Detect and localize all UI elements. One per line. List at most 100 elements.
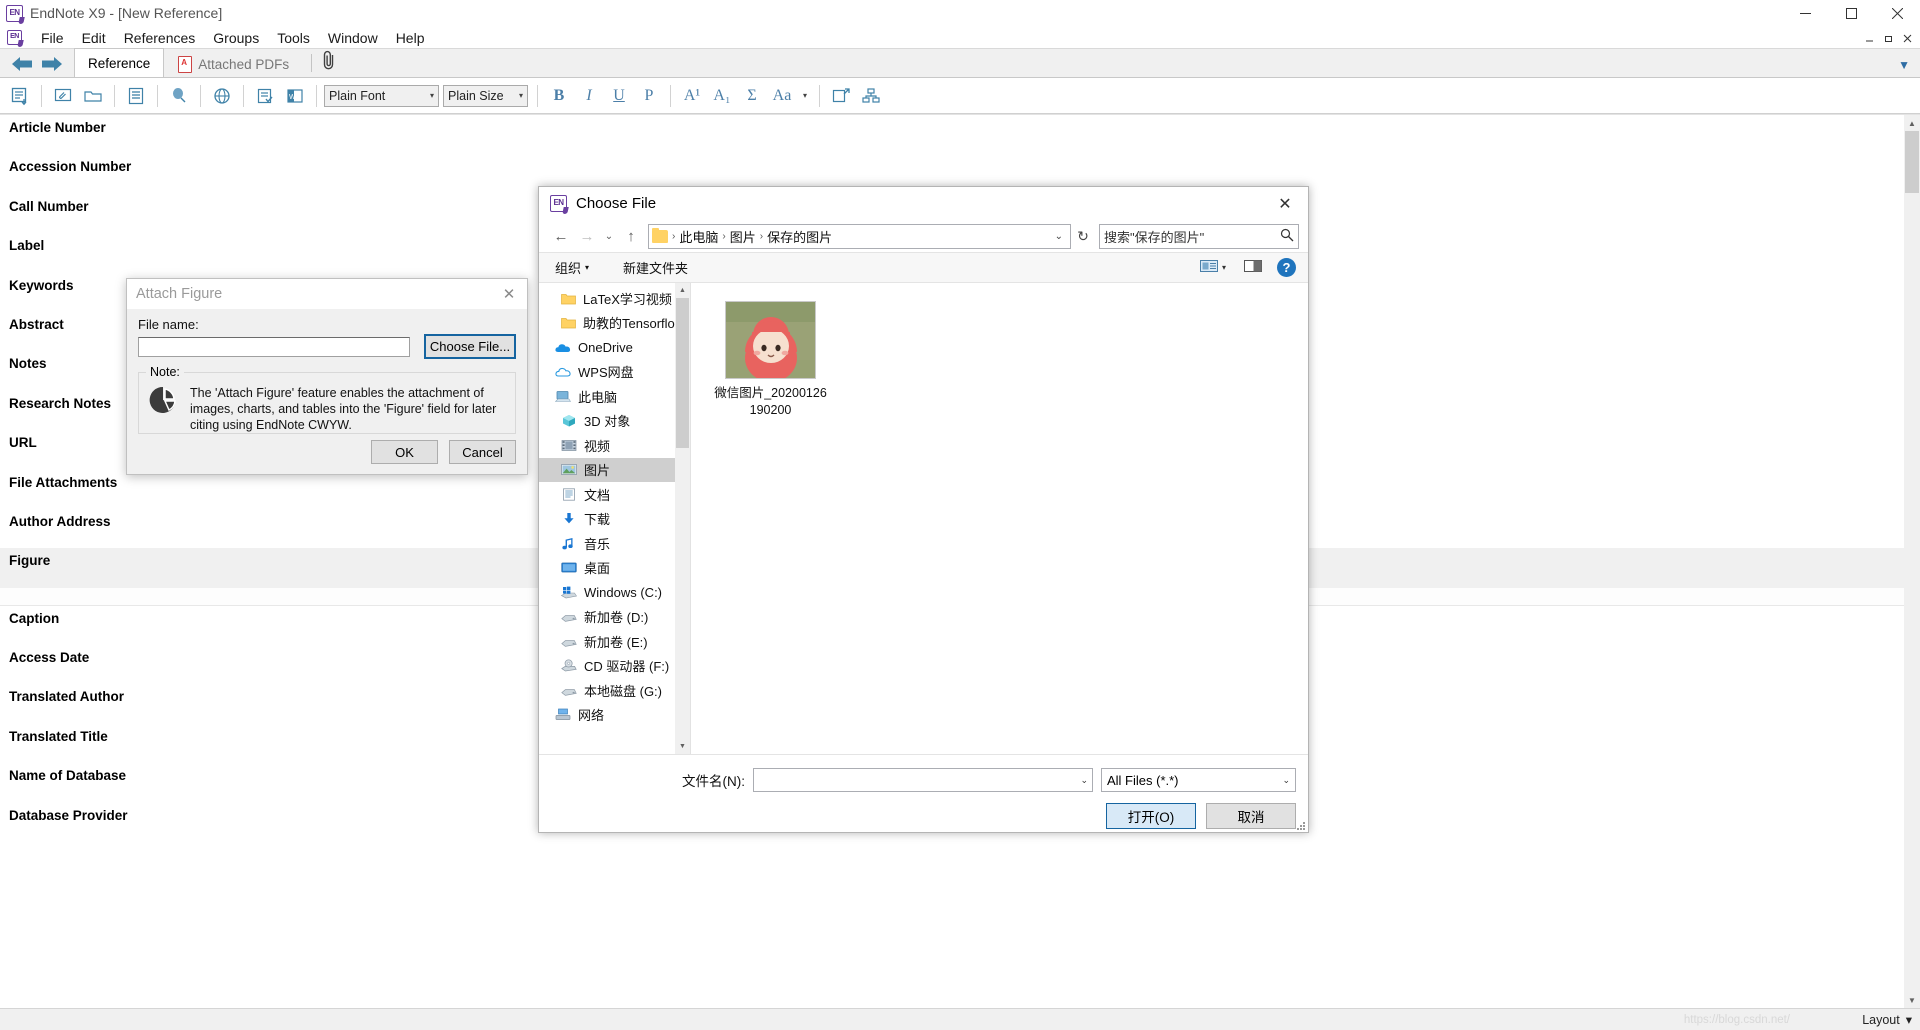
reference-vertical-scrollbar[interactable]: ▲ ▼ xyxy=(1904,115,1920,1008)
tree-item[interactable]: 视频 xyxy=(539,433,675,458)
filename-input[interactable]: ⌄ xyxy=(753,768,1093,792)
tree-item[interactable]: 下载 xyxy=(539,507,675,532)
breadcrumb-item-2[interactable]: 保存的图片 xyxy=(767,227,832,246)
menu-tools[interactable]: Tools xyxy=(268,30,319,46)
tree-scroll-down-icon[interactable]: ▼ xyxy=(675,739,690,754)
tab-attached-pdfs[interactable]: Attached PDFs xyxy=(164,51,303,77)
scroll-up-arrow-icon[interactable]: ▲ xyxy=(1904,115,1920,131)
new-folder-button[interactable]: 新建文件夹 xyxy=(619,255,692,280)
file-list-pane[interactable]: 微信图片_20200126190200 xyxy=(691,283,1308,754)
maximize-button[interactable] xyxy=(1828,0,1874,27)
close-button[interactable] xyxy=(1874,0,1920,27)
nav-forward-button[interactable]: → xyxy=(574,223,600,249)
underline-button[interactable]: U xyxy=(605,82,633,110)
chevron-down-icon[interactable]: ⌄ xyxy=(1080,775,1088,786)
tree-item[interactable]: OneDrive xyxy=(539,335,675,360)
change-case-caret-icon[interactable]: ▾ xyxy=(798,82,812,110)
change-view-button[interactable]: ▾ xyxy=(1196,257,1230,279)
breadcrumb-item-1[interactable]: 图片 xyxy=(730,227,756,246)
menu-help[interactable]: Help xyxy=(387,30,434,46)
tree-item[interactable]: 此电脑 xyxy=(539,384,675,409)
preview-pane-button[interactable] xyxy=(1240,257,1267,279)
paperclip-icon[interactable] xyxy=(320,50,337,77)
font-combo[interactable]: Plain Font ▾ xyxy=(324,84,439,107)
mdi-minimize-button[interactable] xyxy=(1861,30,1878,46)
file-item[interactable]: 微信图片_20200126190200 xyxy=(713,301,828,419)
layout-button[interactable]: Layout ▾ xyxy=(1862,1012,1920,1028)
attach-figure-toolbar-icon[interactable] xyxy=(827,82,855,110)
superscript-button[interactable]: A¹ xyxy=(678,82,706,110)
plain-button[interactable]: P xyxy=(635,82,663,110)
tree-item[interactable]: 助教的Tensorflo xyxy=(539,311,675,336)
cancel-button[interactable]: Cancel xyxy=(449,440,516,464)
symbol-button[interactable]: Σ xyxy=(738,82,766,110)
change-case-button[interactable]: Aa xyxy=(768,82,796,110)
back-arrow-icon[interactable] xyxy=(11,56,33,72)
menu-edit[interactable]: Edit xyxy=(73,30,115,46)
refresh-button[interactable]: ↻ xyxy=(1071,224,1095,249)
dialog-resize-grip[interactable] xyxy=(1294,819,1306,831)
bold-button[interactable]: B xyxy=(545,82,573,110)
tabstrip-collapse-icon[interactable]: ▼ xyxy=(1898,58,1910,72)
tree-item[interactable]: 3D 对象 xyxy=(539,409,675,434)
find-reference-updates-icon[interactable] xyxy=(165,82,193,110)
open-folder-icon[interactable] xyxy=(79,82,107,110)
menu-window[interactable]: Window xyxy=(319,30,387,46)
italic-button[interactable]: I xyxy=(575,82,603,110)
chevron-down-icon[interactable]: ⌄ xyxy=(1282,775,1290,786)
tree-item[interactable]: CD 驱动器 (F:) xyxy=(539,654,675,679)
tree-scroll-up-icon[interactable]: ▲ xyxy=(675,283,690,298)
search-icon[interactable] xyxy=(1280,228,1294,245)
choose-file-button[interactable]: Choose File... xyxy=(424,334,516,359)
filetype-select[interactable]: All Files (*.*) ⌄ xyxy=(1101,768,1296,792)
tree-item[interactable]: 新加卷 (D:) xyxy=(539,605,675,630)
minimize-button[interactable] xyxy=(1782,0,1828,27)
mdi-close-button[interactable] xyxy=(1899,30,1916,46)
menu-references[interactable]: References xyxy=(115,30,205,46)
scroll-down-arrow-icon[interactable]: ▼ xyxy=(1904,992,1920,1008)
file-name-input[interactable] xyxy=(138,337,410,357)
nav-recent-locations-button[interactable]: ⌄ xyxy=(600,223,618,249)
tree-item[interactable]: 新加卷 (E:) xyxy=(539,629,675,654)
tree-vertical-scrollbar[interactable]: ▲ ▼ xyxy=(675,283,690,754)
tree-item[interactable]: LaTeX学习视频 xyxy=(539,286,675,311)
save-reference-icon[interactable] xyxy=(6,82,34,110)
forward-arrow-icon[interactable] xyxy=(41,56,63,72)
mdi-restore-button[interactable] xyxy=(1880,30,1897,46)
tree-item[interactable]: 桌面 xyxy=(539,556,675,581)
nav-up-button[interactable]: ↑ xyxy=(618,223,644,249)
ok-button[interactable]: OK xyxy=(371,440,438,464)
tree-item[interactable]: WPS网盘 xyxy=(539,360,675,385)
reference-field-row[interactable]: Article Number xyxy=(0,115,1904,154)
scroll-thumb[interactable] xyxy=(1905,131,1919,193)
search-input[interactable]: 搜索"保存的图片" xyxy=(1099,223,1299,249)
tree-item[interactable]: 文档 xyxy=(539,482,675,507)
subscript-button[interactable]: A₁ xyxy=(708,82,736,110)
cancel-button[interactable]: 取消 xyxy=(1206,803,1296,829)
attach-figure-close-button[interactable]: ✕ xyxy=(491,279,527,309)
tree-item[interactable]: 音乐 xyxy=(539,531,675,556)
attach-file-icon[interactable] xyxy=(49,82,77,110)
reference-list-icon[interactable] xyxy=(122,82,150,110)
insert-table-icon[interactable] xyxy=(857,82,885,110)
insert-citation-icon[interactable] xyxy=(251,82,279,110)
nav-back-button[interactable]: ← xyxy=(548,223,574,249)
breadcrumb-item-0[interactable]: 此电脑 xyxy=(679,227,718,246)
tree-item[interactable]: Windows (C:) xyxy=(539,580,675,605)
tree-scroll-thumb[interactable] xyxy=(676,298,689,448)
menu-file[interactable]: File xyxy=(32,30,73,46)
size-combo[interactable]: Plain Size ▾ xyxy=(443,84,528,107)
open-url-icon[interactable] xyxy=(208,82,236,110)
choose-file-close-button[interactable]: ✕ xyxy=(1262,187,1308,220)
tree-item[interactable]: 网络 xyxy=(539,703,675,728)
breadcrumb-bar[interactable]: › 此电脑 › 图片 › 保存的图片 ⌄ xyxy=(648,223,1071,249)
open-in-word-icon[interactable]: W xyxy=(281,82,309,110)
tab-reference[interactable]: Reference xyxy=(74,48,165,77)
help-button[interactable]: ? xyxy=(1277,258,1296,277)
tree-item[interactable]: 图片 xyxy=(539,457,675,482)
organize-button[interactable]: 组织 ▾ xyxy=(551,255,593,280)
menu-groups[interactable]: Groups xyxy=(204,30,268,46)
open-button[interactable]: 打开(O) xyxy=(1106,803,1196,829)
tree-item[interactable]: 本地磁盘 (G:) xyxy=(539,678,675,703)
chevron-down-icon[interactable]: ⌄ xyxy=(1055,231,1067,242)
